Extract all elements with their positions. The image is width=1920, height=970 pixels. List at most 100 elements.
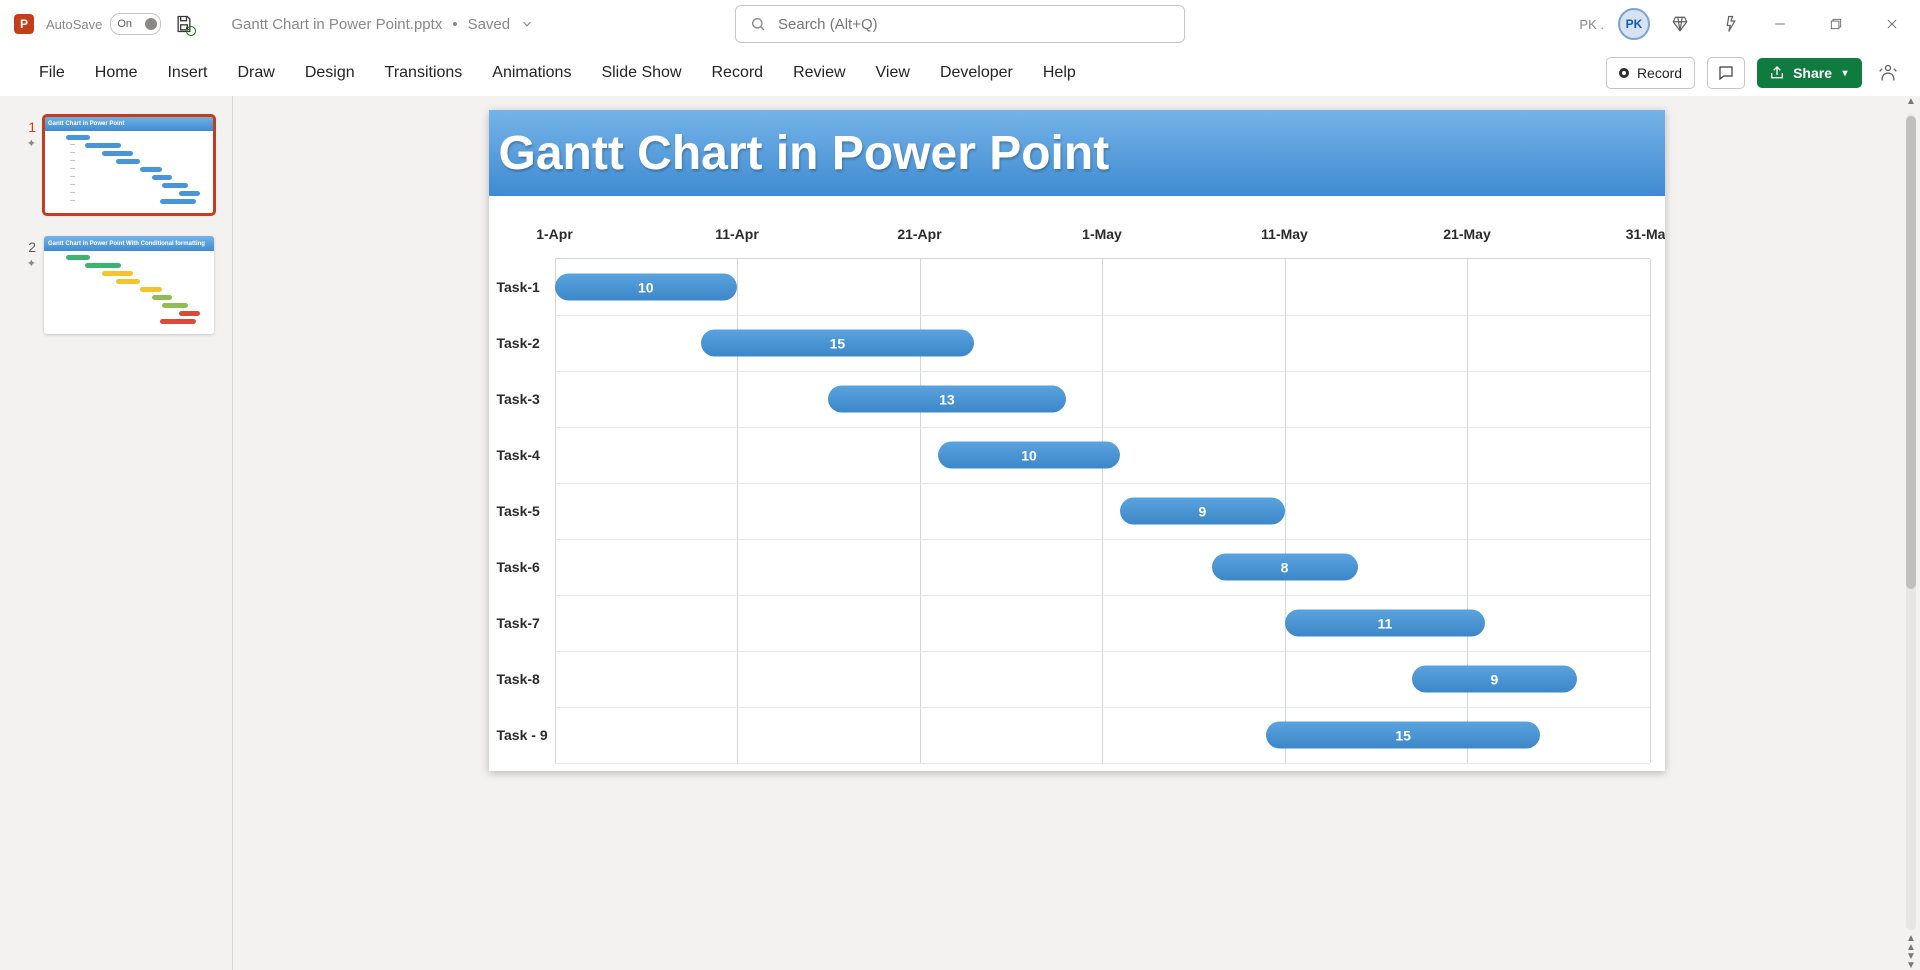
gantt-bar[interactable]: 8 xyxy=(1212,554,1358,581)
filename-sep: • xyxy=(452,16,457,33)
gantt-row: Task-89 xyxy=(555,651,1650,708)
ribbon-tabs: FileHomeInsertDrawDesignTransitionsAnima… xyxy=(24,49,1091,97)
coming-soon-icon[interactable] xyxy=(1710,6,1746,42)
autosave-state: On xyxy=(117,18,132,30)
slide-thumbnail-panel[interactable]: 1 ✦ Gantt Chart in Power Point —————————… xyxy=(0,96,233,970)
filename-text: Gantt Chart in Power Point.pptx xyxy=(231,16,442,33)
thumb-slot-1: 1 ✦ Gantt Chart in Power Point ————————— xyxy=(22,116,232,214)
task-label: Task-3 xyxy=(497,391,552,407)
autosave-label: AutoSave xyxy=(46,17,102,32)
thumb-number: 2 xyxy=(22,236,36,255)
scroll-track[interactable] xyxy=(1906,114,1916,930)
thumb1-body: ————————— xyxy=(44,131,214,214)
animation-star-icon: ✦ xyxy=(27,137,36,150)
gantt-row: Task-215 xyxy=(555,315,1650,372)
task-label: Task-7 xyxy=(497,615,552,631)
gantt-row: Task - 915 xyxy=(555,707,1650,764)
ribbon-tab-draw[interactable]: Draw xyxy=(222,49,289,97)
ribbon-tab-transitions[interactable]: Transitions xyxy=(370,49,478,97)
scroll-thumb[interactable] xyxy=(1906,116,1916,589)
ribbon-tab-review[interactable]: Review xyxy=(778,49,860,97)
gantt-bar[interactable]: 11 xyxy=(1285,610,1486,637)
share-label: Share xyxy=(1793,65,1832,81)
ribbon-tab-record[interactable]: Record xyxy=(697,49,779,97)
save-icon[interactable] xyxy=(173,13,195,35)
record-label: Record xyxy=(1637,65,1682,81)
gridline-vertical xyxy=(1650,259,1651,763)
share-button[interactable]: Share ▾ xyxy=(1757,58,1862,88)
gantt-bar[interactable]: 15 xyxy=(1266,722,1540,749)
filename-group[interactable]: Gantt Chart in Power Point.pptx • Saved xyxy=(231,16,534,33)
task-label: Task-1 xyxy=(497,279,552,295)
scroll-nav-group: ▲ ▲ ▼ ▼ xyxy=(1906,934,1916,970)
diamond-icon[interactable] xyxy=(1662,6,1698,42)
titlebar: P AutoSave On Gantt Chart in Power Point… xyxy=(0,0,1920,49)
gantt-bar[interactable]: 9 xyxy=(1412,666,1576,693)
ribbon-tab-design[interactable]: Design xyxy=(290,49,370,97)
autosave-toggle[interactable]: On xyxy=(110,13,161,35)
workspace: 1 ✦ Gantt Chart in Power Point —————————… xyxy=(0,96,1920,970)
search-input[interactable] xyxy=(776,15,1170,34)
search-icon xyxy=(750,16,766,32)
scroll-up-arrow-icon[interactable]: ▲ xyxy=(1906,96,1916,110)
gantt-row: Task-110 xyxy=(555,259,1650,316)
ribbon-tab-insert[interactable]: Insert xyxy=(152,49,222,97)
gantt-row: Task-410 xyxy=(555,427,1650,484)
window-restore-button[interactable] xyxy=(1814,4,1858,44)
vertical-scrollbar[interactable]: ▲ ▲ ▲ ▼ ▼ xyxy=(1902,96,1920,970)
scroll-next-slide-icon[interactable]: ▼ xyxy=(1906,961,1916,970)
gantt-bar[interactable]: 10 xyxy=(938,442,1121,469)
date-tick: 31-May xyxy=(1626,226,1665,242)
task-label: Task-4 xyxy=(497,447,552,463)
record-button[interactable]: Record xyxy=(1606,57,1695,89)
thumb2-title: Gantt Chart in Power Point With Conditio… xyxy=(44,236,214,251)
date-axis: 1-Apr11-Apr21-Apr1-May11-May21-May31-May xyxy=(555,220,1650,250)
ribbon-tab-home[interactable]: Home xyxy=(80,49,153,97)
date-tick: 11-May xyxy=(1261,226,1308,242)
gantt-bar[interactable]: 9 xyxy=(1120,498,1284,525)
task-label: Task-5 xyxy=(497,503,552,519)
gantt-bar[interactable]: 13 xyxy=(828,386,1065,413)
slide-canvas[interactable]: Gantt Chart in Power Point 1-Apr11-Apr21… xyxy=(489,110,1665,771)
task-label: Task-8 xyxy=(497,671,552,687)
ribbon-tab-file[interactable]: File xyxy=(24,49,80,97)
gantt-row: Task-59 xyxy=(555,483,1650,540)
ribbon-tab-developer[interactable]: Developer xyxy=(925,49,1028,97)
gantt-bar[interactable]: 15 xyxy=(701,330,975,357)
chevron-down-icon: ▾ xyxy=(1840,68,1850,78)
thumb-slot-2: 2 ✦ Gantt Chart in Power Point With Cond… xyxy=(22,236,232,334)
gantt-row: Task-313 xyxy=(555,371,1650,428)
autosave-group: AutoSave On xyxy=(46,13,161,35)
task-label: Task - 9 xyxy=(497,727,552,743)
thumb-number: 1 xyxy=(22,116,36,135)
toggle-knob-icon xyxy=(145,18,157,30)
window-minimize-button[interactable] xyxy=(1758,4,1802,44)
animation-star-icon: ✦ xyxy=(27,257,36,270)
comments-button[interactable] xyxy=(1707,57,1745,89)
window-close-button[interactable] xyxy=(1870,4,1914,44)
present-mode-icon[interactable] xyxy=(1874,59,1902,87)
gantt-bar[interactable]: 10 xyxy=(555,274,738,301)
user-name[interactable]: PK . xyxy=(1579,17,1606,32)
ribbon-tab-help[interactable]: Help xyxy=(1028,49,1091,97)
gantt-chart: 1-Apr11-Apr21-Apr1-May11-May21-May31-May… xyxy=(489,220,1665,771)
slide-thumbnail-2[interactable]: Gantt Chart in Power Point With Conditio… xyxy=(44,236,214,334)
chevron-down-icon xyxy=(520,17,534,31)
ribbon: FileHomeInsertDrawDesignTransitionsAnima… xyxy=(0,49,1920,98)
record-dot-icon xyxy=(1619,68,1629,78)
task-label: Task-2 xyxy=(497,335,552,351)
titlebar-left: P AutoSave On Gantt Chart in Power Point… xyxy=(0,13,534,35)
search-box[interactable] xyxy=(735,5,1185,43)
date-tick: 11-Apr xyxy=(715,226,759,242)
slide-thumbnail-1[interactable]: Gantt Chart in Power Point ————————— xyxy=(44,116,214,214)
ribbon-tab-view[interactable]: View xyxy=(861,49,925,97)
date-tick: 21-Apr xyxy=(897,226,941,242)
ribbon-tab-animations[interactable]: Animations xyxy=(477,49,586,97)
date-tick: 1-May xyxy=(1082,226,1122,242)
ribbon-tab-slide-show[interactable]: Slide Show xyxy=(586,49,696,97)
slide-editor[interactable]: Gantt Chart in Power Point 1-Apr11-Apr21… xyxy=(233,96,1920,970)
user-avatar-icon[interactable]: PK xyxy=(1618,8,1650,40)
gantt-row: Task-711 xyxy=(555,595,1650,652)
titlebar-right: PK . PK xyxy=(1579,4,1920,44)
share-icon xyxy=(1769,65,1785,81)
